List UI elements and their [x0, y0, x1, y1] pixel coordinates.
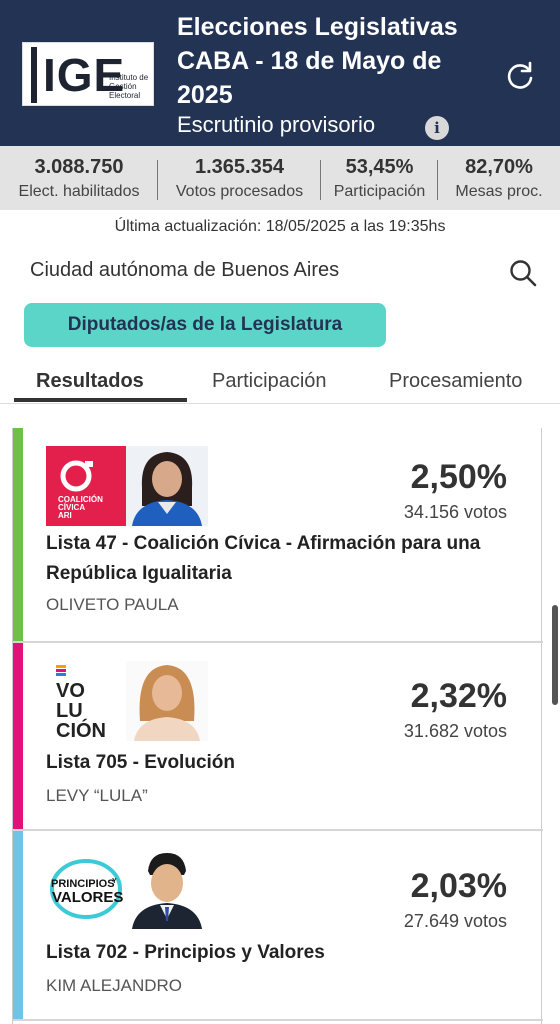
- scrollbar-thumb[interactable]: [552, 605, 558, 705]
- page-subtitle: Escrutinio provisorio: [177, 112, 376, 137]
- evolucion-logo-icon: VO LU CIÓN: [56, 665, 106, 742]
- result-votes: 27.649 votos: [403, 911, 507, 931]
- result-percent: 2,03%: [410, 867, 507, 905]
- result-card[interactable]: PRINCIPIOS Y VALORES 2,03% 27.649 votos …: [13, 831, 543, 1021]
- tab-resultados[interactable]: Resultados: [36, 370, 144, 393]
- result-percent: 2,32%: [410, 677, 507, 715]
- candidate-avatar-icon: [134, 665, 200, 741]
- candidate-photo: [126, 849, 208, 929]
- results-list: COALICIÓN CÍVICA ARI 2,50% 34.156 votos …: [12, 428, 543, 1024]
- party-color-bar: [13, 643, 23, 829]
- party-logo: COALICIÓN CÍVICA ARI: [46, 446, 126, 526]
- tab-bar: Resultados Participación Procesamiento: [0, 368, 560, 404]
- stat-label: Participación: [333, 183, 426, 200]
- result-votes: 34.156 votos: [403, 502, 507, 522]
- svg-text:VO: VO: [56, 680, 85, 702]
- candidate-photo: [126, 661, 208, 741]
- candidate-name: KIM ALEJANDRO: [46, 976, 183, 995]
- svg-text:ARI: ARI: [58, 511, 72, 520]
- stat-participation: 53,45% Participación: [321, 146, 438, 210]
- result-percent: 2,50%: [410, 458, 507, 496]
- stat-tables: 82,70% Mesas proc.: [438, 146, 560, 210]
- svg-text:LU: LU: [56, 700, 83, 722]
- svg-text:Y: Y: [112, 878, 117, 885]
- svg-text:VALORES: VALORES: [52, 889, 123, 906]
- stat-value: 3.088.750: [34, 156, 124, 178]
- refresh-icon[interactable]: [504, 60, 536, 92]
- principios-logo-icon: PRINCIPIOS Y VALORES: [50, 859, 123, 919]
- tab-participacion[interactable]: Participación: [212, 370, 327, 393]
- ige-logo: IGE Instituto de Gestión Electoral: [22, 42, 154, 106]
- category-chip[interactable]: Diputados/as de la Legislatura: [24, 303, 386, 347]
- result-votes: 31.682 votos: [403, 721, 507, 741]
- list-name: Lista 702 - Principios y Valores: [46, 942, 325, 963]
- svg-text:CIÓN: CIÓN: [56, 718, 106, 741]
- stat-label: Votos procesados: [175, 183, 304, 200]
- stat-label: Elect. habilitados: [18, 183, 140, 200]
- party-logo: VO LU CIÓN: [46, 661, 126, 742]
- stat-votes: 1.365.354 Votos procesados: [158, 146, 321, 210]
- list-name: Lista 705 - Evolución: [46, 752, 235, 773]
- app-header: IGE Instituto de Gestión Electoral Elecc…: [0, 0, 560, 146]
- list-name: Lista 47 - Coalición Cívica - Afirmación…: [46, 533, 481, 584]
- stat-value: 82,70%: [465, 156, 533, 178]
- page-title: Elecciones Legislativas CABA - 18 de May…: [177, 13, 458, 109]
- result-card[interactable]: COALICIÓN CÍVICA ARI 2,50% 34.156 votos …: [13, 428, 543, 643]
- tab-procesamiento[interactable]: Procesamiento: [389, 370, 522, 393]
- info-icon[interactable]: i: [425, 116, 449, 140]
- party-color-bar: [13, 831, 23, 1019]
- stat-electors: 3.088.750 Elect. habilitados: [0, 146, 158, 210]
- candidate-avatar-icon: [132, 452, 202, 526]
- candidate-photo: [126, 446, 208, 526]
- last-updated: Última actualización: 18/05/2025 a las 1…: [114, 218, 446, 235]
- search-icon[interactable]: [508, 258, 538, 288]
- coalicion-logo-icon: COALICIÓN CÍVICA ARI: [58, 460, 103, 520]
- stat-value: 1.365.354: [195, 156, 284, 178]
- stat-value: 53,45%: [345, 156, 414, 178]
- region-title: Ciudad autónoma de Buenos Aires: [30, 259, 340, 281]
- stat-label: Mesas proc.: [455, 183, 543, 200]
- logo-subtext: Instituto de Gestión Electoral: [109, 73, 149, 100]
- candidate-name: OLIVETO PAULA: [46, 595, 179, 614]
- party-logo: PRINCIPIOS Y VALORES: [46, 849, 126, 929]
- candidate-name: LEVY “LULA”: [46, 786, 148, 805]
- candidate-avatar-icon: [132, 853, 202, 929]
- party-color-bar: [13, 428, 23, 641]
- stats-bar: 3.088.750 Elect. habilitados 1.365.354 V…: [0, 146, 560, 210]
- result-card[interactable]: VO LU CIÓN 2,32% 31.682 votos Lista 705 …: [13, 643, 543, 831]
- active-tab-indicator: [14, 398, 187, 402]
